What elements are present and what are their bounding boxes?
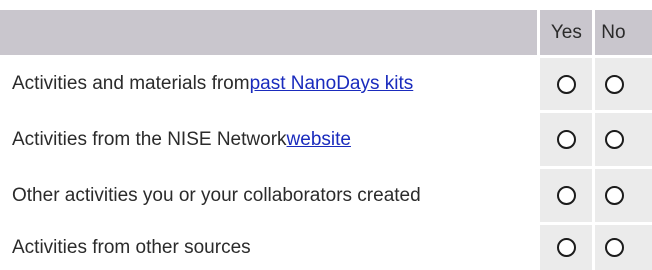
survey-matrix: Yes No Activities and materials from pas…: [0, 0, 652, 270]
yes-radio[interactable]: [556, 130, 576, 149]
no-cell: [595, 58, 652, 110]
yes-cell: [540, 169, 593, 222]
question-label: Other activities you or your collaborato…: [0, 169, 538, 222]
question-column-header: [0, 10, 538, 55]
yes-radio[interactable]: [556, 186, 576, 205]
yes-cell: [540, 225, 593, 270]
no-radio[interactable]: [605, 130, 625, 149]
question-label: Activities from the NISE Network website: [0, 113, 538, 166]
question-text: Other activities you or your collaborato…: [12, 184, 421, 206]
no-cell: [595, 169, 652, 222]
question-text: Activities from the NISE Network: [12, 128, 287, 150]
website-link[interactable]: website: [287, 129, 351, 151]
no-cell: [595, 225, 652, 270]
yes-cell: [540, 58, 593, 110]
past-nanodays-kits-link[interactable]: past NanoDays kits: [250, 73, 414, 95]
table-row: Activities from other sources: [0, 225, 652, 270]
no-radio[interactable]: [605, 238, 625, 257]
question-label: Activities and materials from past NanoD…: [0, 58, 538, 110]
table-row: Activities from the NISE Network website: [0, 113, 652, 166]
question-text: Activities from other sources: [12, 236, 251, 258]
table-row: Activities and materials from past NanoD…: [0, 58, 652, 110]
yes-radio[interactable]: [556, 238, 576, 257]
question-label: Activities from other sources: [0, 225, 538, 270]
yes-cell: [540, 113, 593, 166]
yes-column-header: Yes: [540, 10, 593, 55]
no-column-header: No: [595, 10, 652, 55]
no-cell: [595, 113, 652, 166]
table-header-row: Yes No: [0, 10, 652, 55]
no-radio[interactable]: [605, 186, 625, 205]
table-row: Other activities you or your collaborato…: [0, 169, 652, 222]
question-text: Activities and materials from: [12, 73, 250, 94]
no-radio[interactable]: [605, 74, 625, 94]
yes-radio[interactable]: [556, 74, 576, 94]
